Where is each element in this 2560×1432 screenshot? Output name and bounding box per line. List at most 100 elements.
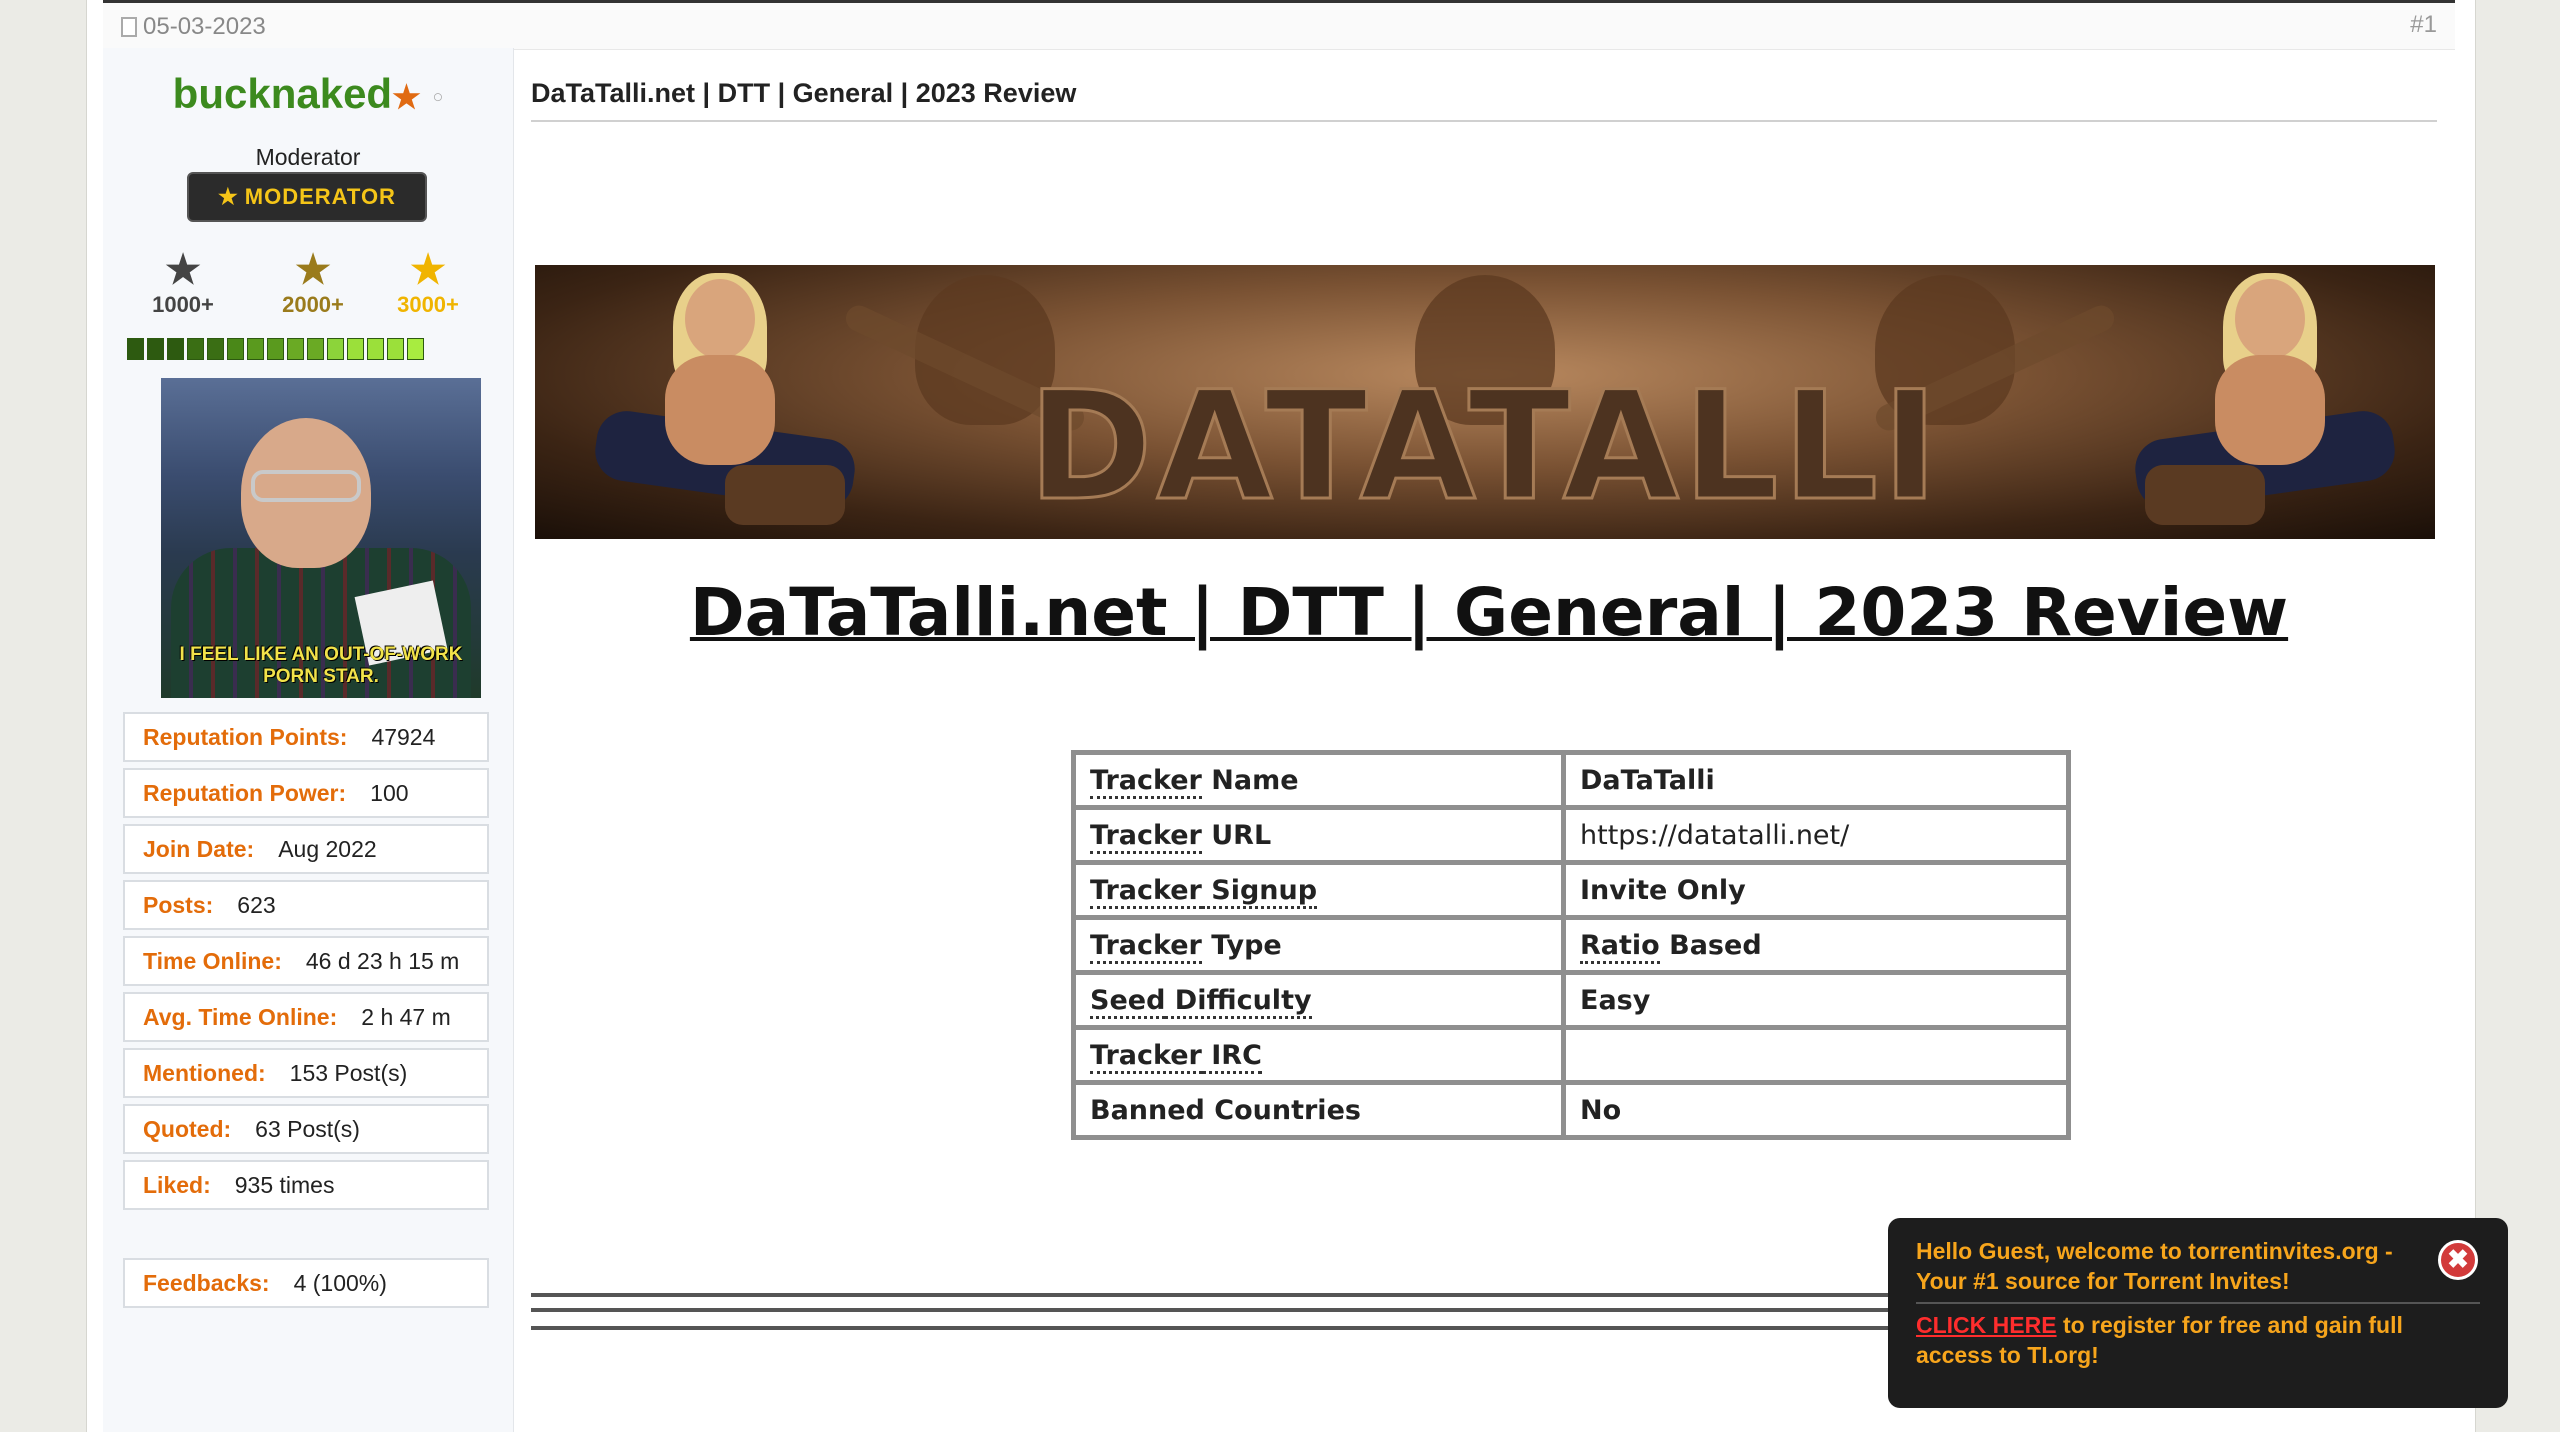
user-stat: Reputation Points: 47924 bbox=[123, 712, 489, 762]
row-label: Tracker Type bbox=[1071, 915, 1566, 975]
star-icon: ★ bbox=[410, 248, 446, 292]
reputation-segment bbox=[367, 338, 384, 360]
table-row: Tracker Type Ratio Based bbox=[1071, 915, 2071, 975]
stat-value: 935 times bbox=[234, 1171, 335, 1198]
reputation-segment bbox=[287, 338, 304, 360]
user-stat: Time Online: 46 d 23 h 15 m bbox=[123, 936, 489, 986]
username-text[interactable]: bucknaked bbox=[173, 70, 392, 117]
row-label-suffix: Difficulty bbox=[1165, 984, 1312, 1019]
stat-value: 153 Post(s) bbox=[289, 1059, 408, 1086]
row-label: Tracker Name bbox=[1071, 750, 1566, 810]
row-value: Easy bbox=[1561, 970, 2071, 1030]
user-stat: Avg. Time Online: 2 h 47 m bbox=[123, 992, 489, 1042]
row-value-text: Easy bbox=[1580, 984, 1651, 1016]
reputation-segment bbox=[407, 338, 424, 360]
row-label-term: Banned Countries bbox=[1090, 1094, 1361, 1126]
register-link[interactable]: CLICK HERE bbox=[1916, 1312, 2057, 1338]
stat-value: 623 bbox=[237, 891, 276, 918]
user-stat: Mentioned: 153 Post(s) bbox=[123, 1048, 489, 1098]
offline-status-icon: ○ bbox=[432, 86, 444, 107]
row-label: Seed Difficulty bbox=[1071, 970, 1566, 1030]
award-label: 2000+ bbox=[282, 292, 344, 317]
reputation-bar bbox=[127, 338, 424, 360]
row-label-suffix: Type bbox=[1201, 929, 1282, 961]
row-label: Tracker URL bbox=[1071, 805, 1566, 865]
row-label-term[interactable]: Tracker bbox=[1090, 764, 1202, 799]
award-label: 1000+ bbox=[152, 292, 214, 317]
close-icon[interactable]: ✖ bbox=[2438, 1240, 2478, 1280]
stat-label: Reputation Power: bbox=[143, 779, 347, 806]
moderator-badge-text: MODERATOR bbox=[244, 184, 396, 209]
avatar[interactable]: I FEEL LIKE AN OUT-OF-WORK PORN STAR. bbox=[161, 378, 481, 698]
reputation-segment bbox=[247, 338, 264, 360]
star-icon: ★ bbox=[295, 248, 331, 292]
table-row: Tracker Signup Invite Only bbox=[1071, 860, 2071, 920]
row-label-term[interactable]: Seed bbox=[1090, 984, 1166, 1019]
award-3: ★ 3000+ bbox=[378, 248, 478, 318]
username[interactable]: bucknaked★ ○ bbox=[103, 70, 513, 118]
stat-value: 47924 bbox=[371, 723, 436, 750]
stat-label: Mentioned: bbox=[143, 1059, 266, 1086]
stat-value: 46 d 23 h 15 m bbox=[305, 947, 460, 974]
stat-value: 63 Post(s) bbox=[255, 1115, 360, 1142]
toast-register-text: CLICK HERE to register for free and gain… bbox=[1916, 1310, 2480, 1370]
table-row: Seed Difficulty Easy bbox=[1071, 970, 2071, 1030]
row-label-term[interactable]: Tracker bbox=[1090, 1039, 1202, 1074]
datatalli-banner: DATATALLI bbox=[535, 265, 2435, 539]
avatar-caption: I FEEL LIKE AN OUT-OF-WORK PORN STAR. bbox=[179, 644, 463, 687]
stat-label: Liked: bbox=[143, 1171, 211, 1198]
banner-wordmark: DATATALLI bbox=[1027, 359, 1942, 536]
reputation-segment bbox=[187, 338, 204, 360]
pirate-head bbox=[685, 279, 755, 359]
tracker-info-table: Tracker Name DaTaTalli Tracker URL https://… bbox=[1071, 750, 2071, 1140]
post-date: 05-03-2023 bbox=[121, 13, 266, 41]
row-label-suffix: URL bbox=[1201, 819, 1272, 851]
reputation-segment bbox=[327, 338, 344, 360]
user-title: Moderator bbox=[255, 144, 361, 170]
document-icon bbox=[121, 17, 137, 37]
award-label: 3000+ bbox=[397, 292, 459, 317]
user-stat: Join Date: Aug 2022 bbox=[123, 824, 489, 874]
table-row: Tracker IRC bbox=[1071, 1025, 2071, 1085]
row-value bbox=[1561, 1025, 2071, 1085]
reputation-segment bbox=[227, 338, 244, 360]
row-label-term[interactable]: Tracker bbox=[1090, 874, 1202, 909]
table-row: Tracker URL https://datatalli.net/ bbox=[1071, 805, 2071, 865]
reputation-segment bbox=[307, 338, 324, 360]
row-label-term[interactable]: Tracker bbox=[1090, 819, 1202, 854]
reputation-segment bbox=[127, 338, 144, 360]
stat-label: Join Date: bbox=[143, 835, 255, 862]
stat-label: Avg. Time Online: bbox=[143, 1003, 338, 1030]
star-icon: ★ bbox=[392, 79, 421, 115]
post-header: 05-03-2023 #1 bbox=[103, 0, 2455, 50]
row-label: Tracker Signup bbox=[1071, 860, 1566, 920]
reputation-segment bbox=[207, 338, 224, 360]
user-stat: Posts: 623 bbox=[123, 880, 489, 930]
pirate-head bbox=[2235, 279, 2305, 359]
reputation-segment bbox=[347, 338, 364, 360]
row-value: Ratio Based bbox=[1561, 915, 2071, 975]
stat-label: Reputation Points: bbox=[143, 723, 348, 750]
row-value-text: Invite Only bbox=[1580, 874, 1746, 906]
row-value: DaTaTalli bbox=[1561, 750, 2071, 810]
stat-label: Time Online: bbox=[143, 947, 282, 974]
row-label-suffix: Signup bbox=[1201, 874, 1318, 909]
stat-value: Aug 2022 bbox=[278, 835, 377, 862]
stat-label: Posts: bbox=[143, 891, 214, 918]
row-value-text: Ratio bbox=[1580, 929, 1660, 964]
post-date-text: 05-03-2023 bbox=[143, 13, 266, 40]
award-2: ★ 2000+ bbox=[263, 248, 363, 318]
reputation-segment bbox=[167, 338, 184, 360]
star-icon: ★ bbox=[218, 184, 239, 209]
row-value: No bbox=[1561, 1080, 2071, 1140]
toast-divider bbox=[1916, 1302, 2480, 1304]
feedback-stat[interactable]: Feedbacks: 4 (100%) bbox=[123, 1258, 489, 1308]
reputation-segment bbox=[147, 338, 164, 360]
reputation-segment bbox=[267, 338, 284, 360]
row-value: https://datatalli.net/ bbox=[1561, 805, 2071, 865]
stat-label: Quoted: bbox=[143, 1115, 232, 1142]
stat-value[interactable]: 4 (100%) bbox=[294, 1270, 387, 1297]
post-number-link[interactable]: #1 bbox=[2410, 11, 2437, 39]
table-row: Banned Countries No bbox=[1071, 1080, 2071, 1140]
row-label-term[interactable]: Tracker bbox=[1090, 929, 1202, 964]
